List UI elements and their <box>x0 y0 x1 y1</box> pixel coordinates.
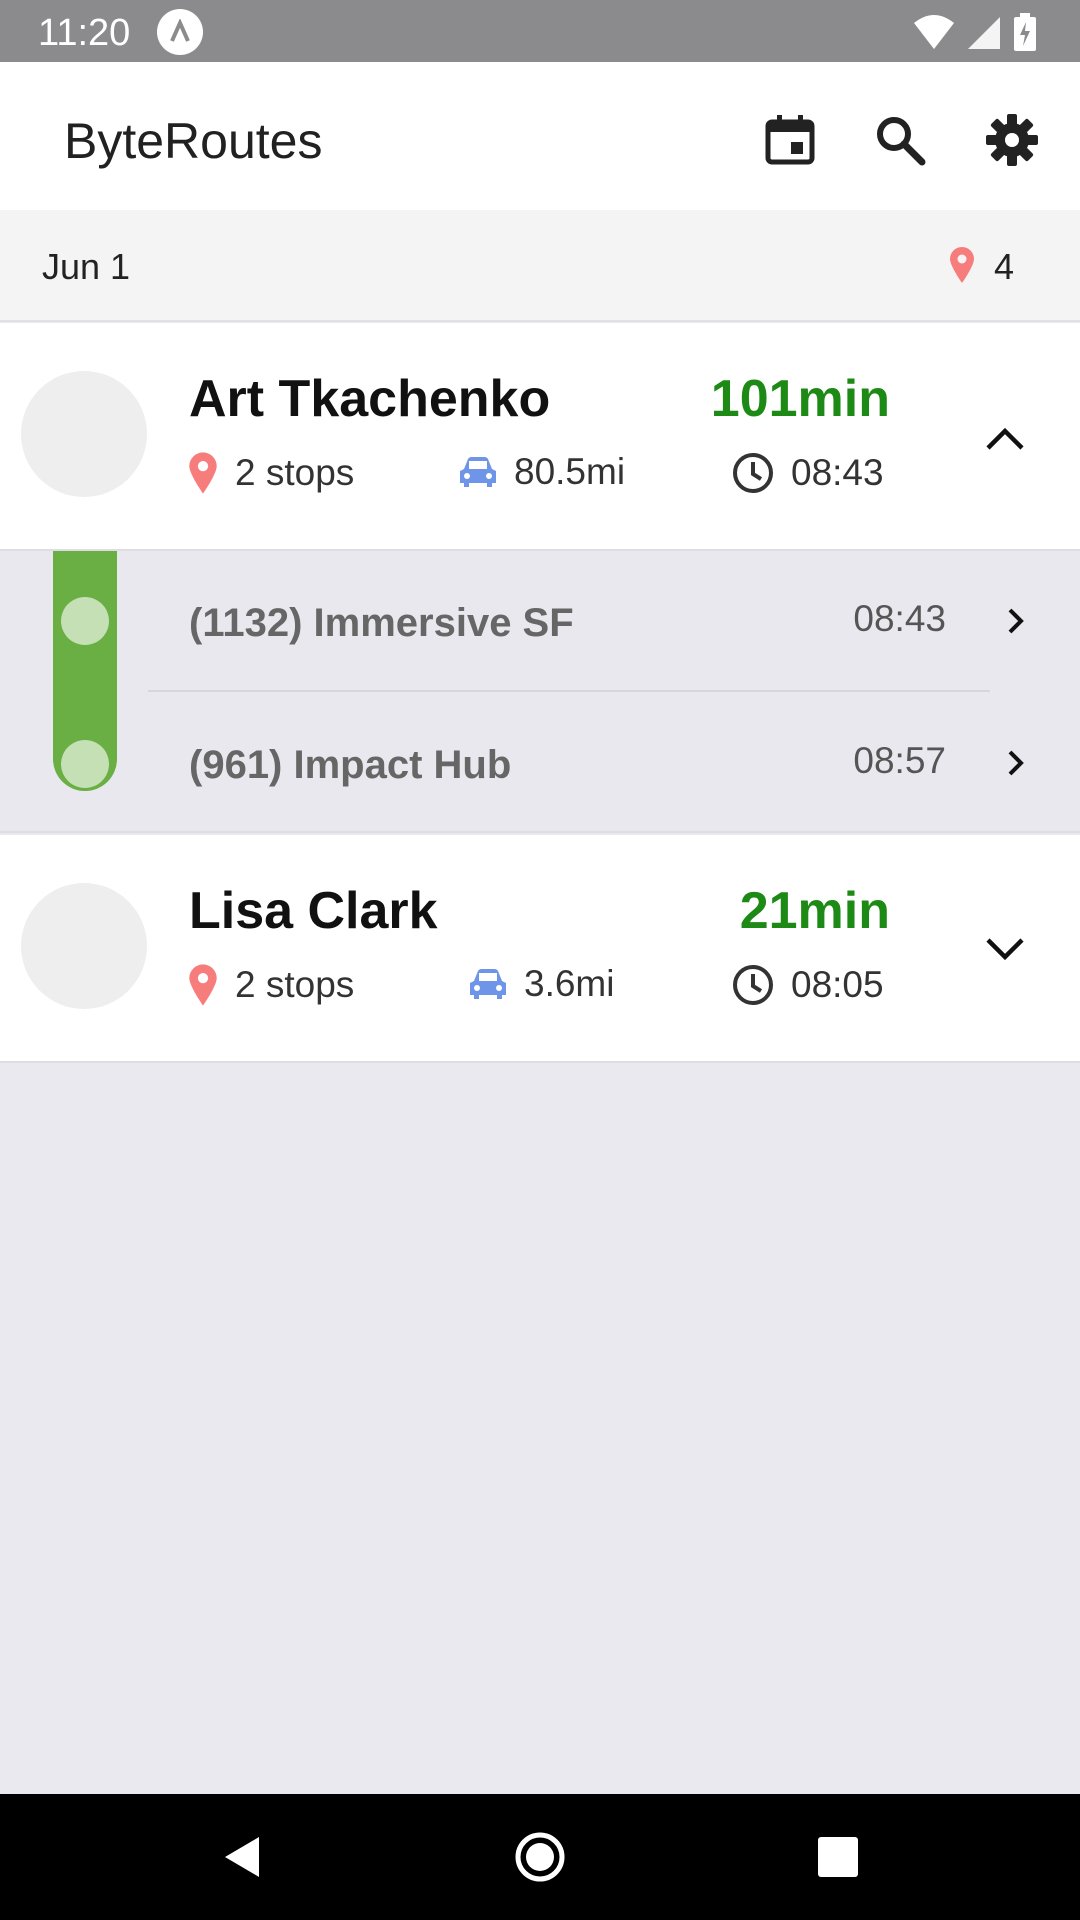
car-icon <box>470 969 506 999</box>
stops-meta: 2 stops <box>187 963 354 1007</box>
total-stop-count: 4 <box>994 246 1015 287</box>
clock-icon <box>733 965 773 1005</box>
app-title: ByteRoutes <box>64 113 323 169</box>
stops-panel: (1132) Immersive SF 08:43 (961) Impact H… <box>0 551 1080 833</box>
driver-name: Art Tkachenko <box>189 370 551 428</box>
home-icon[interactable] <box>507 1824 573 1890</box>
stops-meta: 2 stops <box>187 451 354 495</box>
date-label: Jun 1 <box>42 246 131 287</box>
car-icon <box>460 457 496 487</box>
date-header: Jun 1 4 <box>0 210 1080 322</box>
distance: 80.5mi <box>514 451 626 492</box>
system-nav-bar <box>0 1794 1080 1920</box>
recents-icon[interactable] <box>805 1824 871 1890</box>
calendar-icon[interactable] <box>760 110 820 170</box>
stops-count: 2 stops <box>235 964 355 1005</box>
expand-chevron-icon[interactable] <box>970 915 1040 985</box>
stop-time: 08:43 <box>853 598 946 639</box>
start-time: 08:05 <box>791 964 884 1005</box>
stops-count: 2 stops <box>235 452 355 493</box>
driver-duration: 101min <box>710 370 890 428</box>
driver-duration: 21min <box>739 882 890 940</box>
stop-name: (961) Impact Hub <box>189 743 512 787</box>
stop-name: (1132) Immersive SF <box>189 601 574 645</box>
search-icon[interactable] <box>870 110 930 170</box>
chevron-right-icon[interactable] <box>992 597 1040 645</box>
location-pin-icon <box>948 246 976 289</box>
collapse-chevron-icon[interactable] <box>970 403 1040 473</box>
wifi-icon <box>912 13 956 56</box>
status-time: 11:20 <box>38 12 131 54</box>
driver-card[interactable]: Lisa Clark 21min 2 stops 3.6mi 08:05 <box>0 835 1080 1063</box>
chevron-right-icon[interactable] <box>992 739 1040 787</box>
location-pin-icon <box>189 452 217 494</box>
stop-row[interactable]: (1132) Immersive SF 08:43 <box>0 551 1080 692</box>
driver-card[interactable]: Art Tkachenko 101min 2 stops 80.5mi 08:4… <box>0 323 1080 551</box>
start-time: 08:43 <box>791 452 884 493</box>
location-pin-icon <box>189 964 217 1006</box>
avatar <box>21 371 147 497</box>
distance-meta: 3.6mi <box>468 963 614 1005</box>
avatar <box>21 883 147 1009</box>
clock-icon <box>733 453 773 493</box>
driver-name: Lisa Clark <box>189 882 438 940</box>
stop-row[interactable]: (961) Impact Hub 08:57 <box>0 692 1080 832</box>
battery-icon <box>1012 12 1038 57</box>
distance: 3.6mi <box>524 963 615 1004</box>
gear-icon[interactable] <box>982 110 1042 170</box>
start-time-meta: 08:05 <box>731 963 884 1007</box>
status-bar: 11:20 <box>0 0 1080 62</box>
app-bar: ByteRoutes <box>0 62 1080 210</box>
app-notification-icon <box>157 9 203 55</box>
back-icon[interactable] <box>208 1824 274 1890</box>
distance-meta: 80.5mi <box>458 451 625 493</box>
start-time-meta: 08:43 <box>731 451 884 495</box>
signal-icon <box>966 13 1002 56</box>
stop-time: 08:57 <box>853 740 946 781</box>
